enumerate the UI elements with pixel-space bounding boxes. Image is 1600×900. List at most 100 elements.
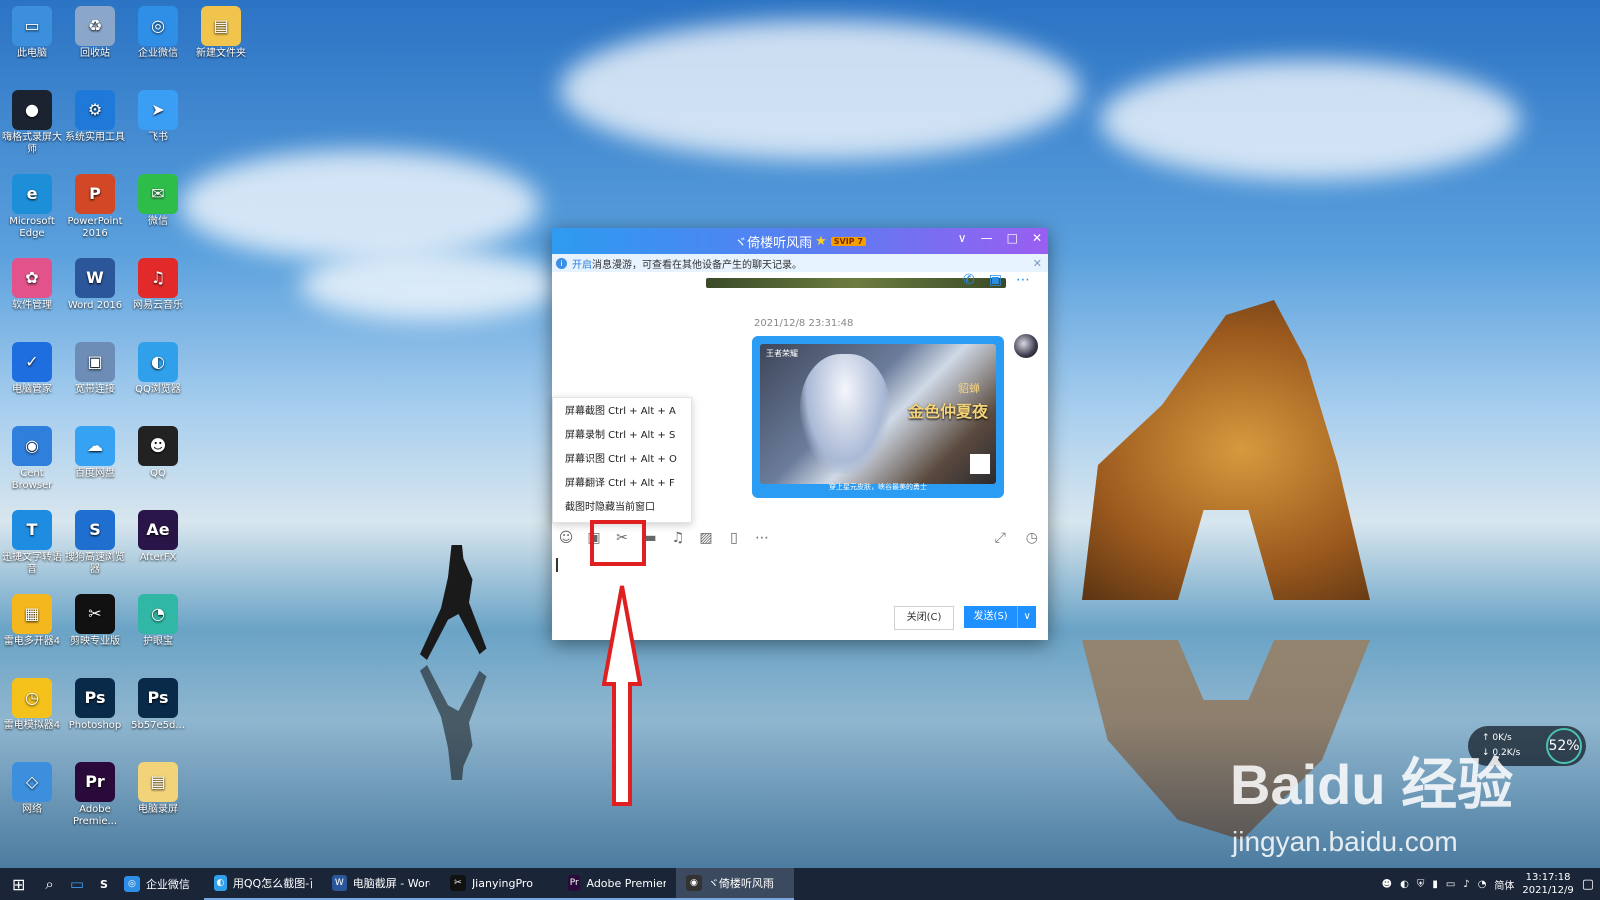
taskbar-task[interactable]: Pr Adobe Premiere ... bbox=[557, 868, 676, 900]
desktop-icon[interactable]: ▣ 宽带连接 bbox=[64, 342, 126, 396]
close-window-button[interactable]: ✕ bbox=[1032, 231, 1042, 245]
history-icon[interactable]: ◷ bbox=[1026, 530, 1038, 546]
wifi-icon[interactable]: ◔ bbox=[1478, 879, 1487, 890]
desktop-icon-label: Microsoft Edge bbox=[9, 216, 55, 239]
desktop-icon-label: 企业微信 bbox=[138, 48, 178, 59]
expand-icon[interactable]: ⤢ bbox=[995, 530, 1006, 546]
menu-item[interactable]: 屏幕翻译 Ctrl + Alt + F bbox=[553, 472, 691, 496]
app-icon: ▣ bbox=[75, 342, 115, 382]
menu-item[interactable]: 截图时隐藏当前窗口 bbox=[553, 496, 691, 520]
maximize-button[interactable]: □ bbox=[1007, 231, 1018, 245]
image-message[interactable]: 王者荣耀 貂蝉 金色仲夏夜 穿上星元皮肤，峡谷最美的勇士 bbox=[752, 336, 1004, 498]
desktop-icon[interactable]: ✂ 剪映专业版 bbox=[64, 594, 126, 648]
desktop-icon[interactable]: ◷ 雷电模拟器4 bbox=[1, 678, 63, 732]
desktop-icon[interactable]: ➤ 飞书 bbox=[127, 90, 189, 144]
menu-item[interactable]: 屏幕截图 Ctrl + Alt + A bbox=[553, 400, 691, 424]
desktop-icon[interactable]: ◔ 护眼宝 bbox=[127, 594, 189, 648]
app-icon: Ps bbox=[138, 678, 178, 718]
task-label: JianyingPro bbox=[471, 876, 533, 890]
sogou-browser-icon[interactable]: S bbox=[92, 868, 116, 900]
desktop-icon[interactable]: ☁ 百度网盘 bbox=[64, 426, 126, 480]
app-icon: ◎ bbox=[123, 876, 140, 892]
desktop-icon[interactable]: ▭ 此电脑 bbox=[1, 6, 63, 60]
rock-formation bbox=[1082, 300, 1370, 600]
app-icon: T bbox=[12, 510, 52, 550]
desktop-icon[interactable]: ♫ 网易云音乐 bbox=[127, 258, 189, 312]
shield-icon[interactable]: ⛨ bbox=[1417, 879, 1425, 890]
desktop-icon[interactable]: ◎ 企业微信 bbox=[127, 6, 189, 60]
send-button[interactable]: 发送(S) ∨ bbox=[964, 606, 1036, 628]
avatar[interactable] bbox=[1014, 334, 1038, 358]
desktop-icon[interactable]: ● 嗨格式录屏大师 bbox=[1, 90, 63, 156]
search-icon[interactable]: ⌕ bbox=[37, 868, 61, 900]
desktop-icon[interactable]: e Microsoft Edge bbox=[1, 174, 63, 240]
image-icon[interactable]: ▨ bbox=[692, 530, 720, 546]
music-icon[interactable]: ♫ bbox=[664, 530, 692, 546]
desktop-icon[interactable]: W Word 2016 bbox=[64, 258, 126, 312]
desktop-icon[interactable]: ☻ QQ bbox=[127, 426, 189, 480]
minimize-button[interactable]: — bbox=[981, 231, 993, 245]
title-bar[interactable]: ヾ倚楼听风雨 ★ SVIP 7 ∨ — □ ✕ bbox=[552, 228, 1048, 254]
red-arrow bbox=[602, 585, 642, 806]
taskbar-task[interactable]: ✂ JianyingPro bbox=[439, 868, 558, 900]
desktop-icon[interactable]: ▤ 新建文件夹 bbox=[190, 6, 252, 60]
desktop-icon[interactable]: ⚙ 系统实用工具 bbox=[64, 90, 126, 144]
desktop-icon[interactable]: ▤ 电脑录屏 bbox=[127, 762, 189, 816]
qq-tray-icon[interactable]: ☻ bbox=[1382, 879, 1392, 890]
video-icon[interactable]: ▯ bbox=[720, 530, 748, 546]
skin-title: 金色仲夏夜 bbox=[907, 402, 988, 421]
desktop-icon-label: Adobe Premie... bbox=[72, 804, 118, 827]
desktop-icon[interactable]: ✉ 微信 bbox=[127, 174, 189, 228]
desktop-icon[interactable]: Ps 5b57e5d... bbox=[127, 678, 189, 732]
app-icon: ▤ bbox=[201, 6, 241, 46]
more-icon[interactable]: ⋯ bbox=[1016, 272, 1030, 288]
cloud bbox=[180, 150, 540, 260]
desktop-icon[interactable]: Ae AfterFX bbox=[127, 510, 189, 564]
more-tools-icon[interactable]: ⋯ bbox=[748, 530, 776, 546]
taskbar-task[interactable]: ◐ 用QQ怎么截图-百... bbox=[203, 868, 322, 900]
send-options-icon[interactable]: ∨ bbox=[1017, 606, 1036, 628]
menu-item[interactable]: 屏幕录制 Ctrl + Alt + S bbox=[553, 424, 691, 448]
task-view-icon[interactable]: ▭ bbox=[62, 868, 92, 900]
send-label[interactable]: 发送(S) bbox=[964, 606, 1017, 628]
start-button[interactable]: ⊞ bbox=[0, 868, 37, 900]
menu-item[interactable]: 屏幕识图 Ctrl + Alt + O bbox=[553, 448, 691, 472]
notice-close-icon[interactable]: ✕ bbox=[1033, 257, 1042, 270]
notification-icon[interactable]: ▢ bbox=[1582, 877, 1594, 892]
volume-icon[interactable]: ♪ bbox=[1463, 879, 1469, 890]
close-button[interactable]: 关闭(C) bbox=[894, 606, 954, 630]
desktop-icon-label: Cent Browser bbox=[11, 468, 53, 491]
video-call-icon[interactable]: ▣ bbox=[989, 272, 1002, 288]
desktop-icon[interactable]: ✿ 软件管理 bbox=[1, 258, 63, 312]
pinned-app[interactable]: ◎ 企业微信 bbox=[116, 868, 198, 900]
desktop-icon[interactable]: ◉ Cent Browser bbox=[1, 426, 63, 492]
desktop-icon[interactable]: ▦ 雷电多开器4 bbox=[1, 594, 63, 648]
desktop-icon[interactable]: Ps Photoshop bbox=[64, 678, 126, 732]
desktop-icon[interactable]: T 迅捷文字转语音 bbox=[1, 510, 63, 576]
phone-icon[interactable]: ✆ bbox=[963, 272, 975, 288]
desktop-icon[interactable]: ✓ 电脑管家 bbox=[1, 342, 63, 396]
desktop-icon[interactable]: ◇ 网络 bbox=[1, 762, 63, 816]
app-icon: ▭ bbox=[12, 6, 52, 46]
dropdown-button[interactable]: ∨ bbox=[958, 231, 967, 245]
previous-image-message[interactable] bbox=[706, 278, 1006, 288]
ime-indicator[interactable]: 简体 bbox=[1494, 877, 1514, 892]
desktop-icon-label: 雷电多开器4 bbox=[3, 636, 61, 647]
network-icon[interactable]: ▭ bbox=[1446, 879, 1455, 890]
highlight-box bbox=[590, 520, 646, 566]
taskbar-task[interactable]: W 电脑截屏 - Word bbox=[321, 868, 440, 900]
taskbar-task[interactable]: ◉ ヾ倚楼听风雨 bbox=[675, 868, 794, 900]
enable-roaming-link[interactable]: 开启 bbox=[572, 256, 592, 271]
battery-icon[interactable]: ▮ bbox=[1432, 879, 1438, 890]
app-icon: Pr bbox=[75, 762, 115, 802]
desktop-icon[interactable]: ◐ QQ浏览器 bbox=[127, 342, 189, 396]
desktop-icon[interactable]: ♻ 回收站 bbox=[64, 6, 126, 60]
clock[interactable]: 13:17:18 2021/12/9 bbox=[1522, 871, 1573, 897]
app-icon: e bbox=[12, 174, 52, 214]
image-content: 王者荣耀 貂蝉 金色仲夏夜 bbox=[760, 344, 996, 484]
desktop-icon[interactable]: S 搜狗高速浏览器 bbox=[64, 510, 126, 576]
browser-tray-icon[interactable]: ◐ bbox=[1400, 879, 1409, 890]
emoji-icon[interactable]: ☺ bbox=[552, 530, 580, 546]
desktop-icon[interactable]: Pr Adobe Premie... bbox=[64, 762, 126, 828]
desktop-icon[interactable]: P PowerPoint 2016 bbox=[64, 174, 126, 240]
